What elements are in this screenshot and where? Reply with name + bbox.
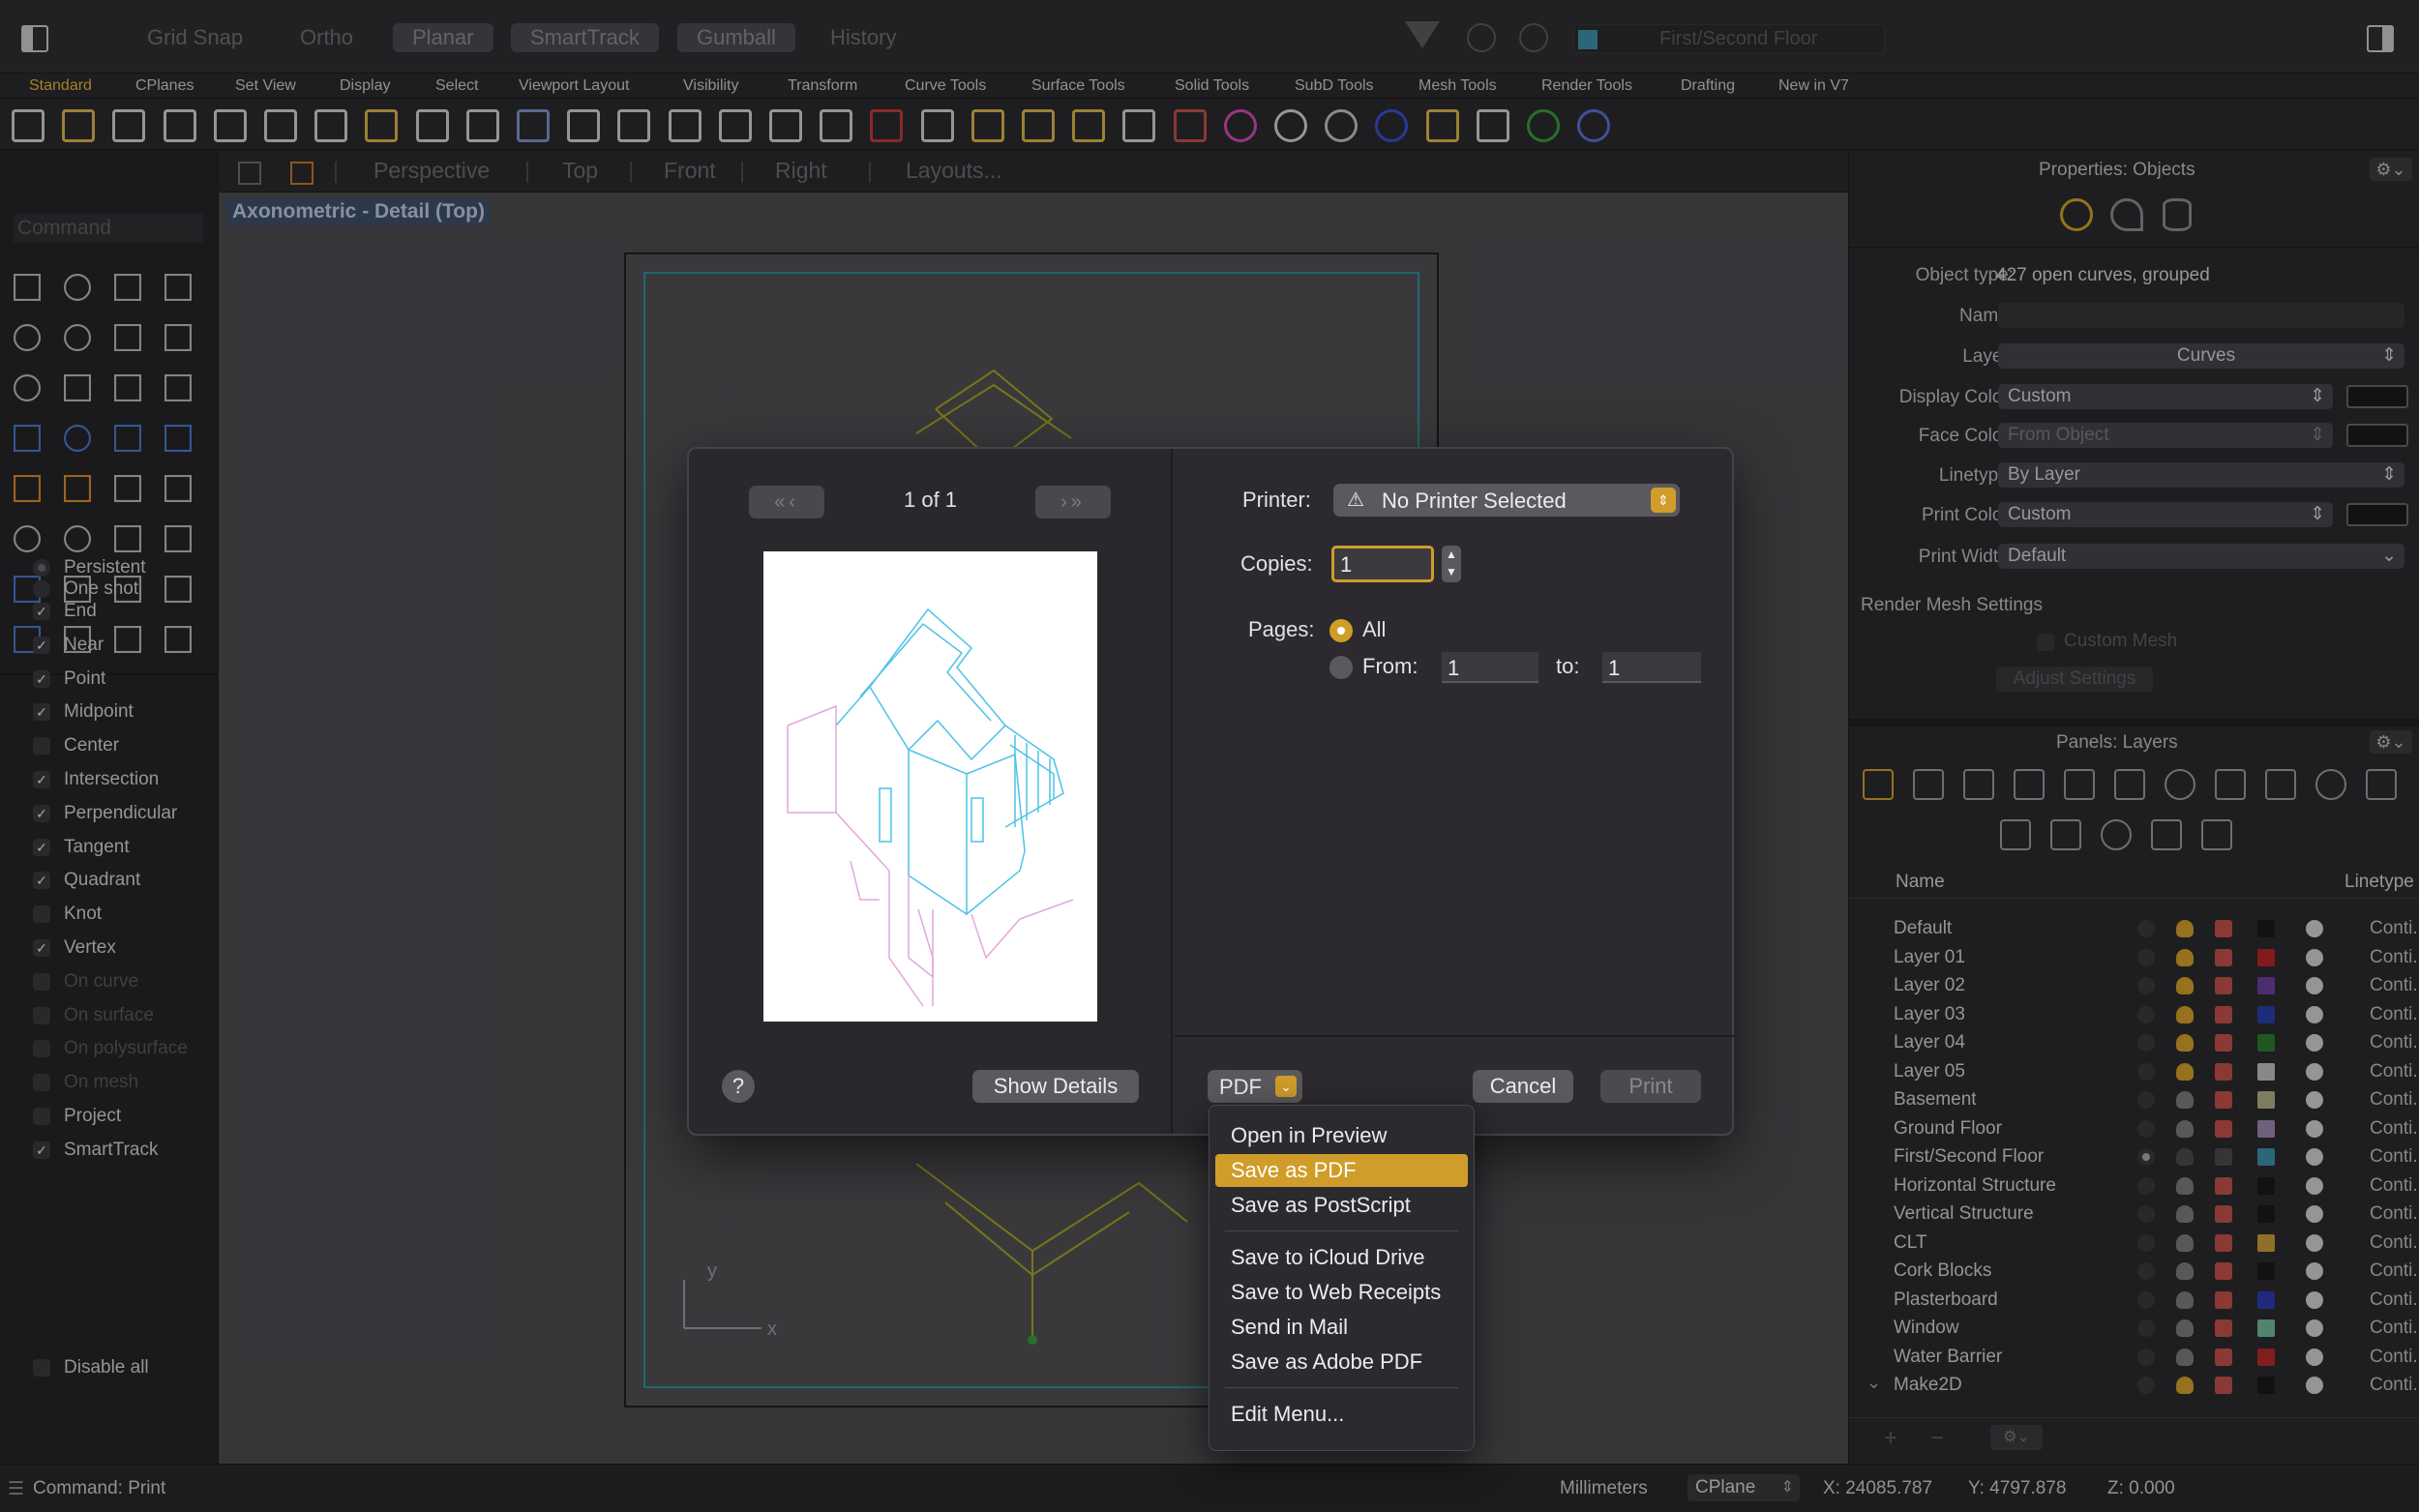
to-label: to: <box>1556 654 1580 678</box>
printer-label: Printer: <box>1242 488 1311 512</box>
menu-item-edit-menu[interactable]: Edit Menu... <box>1215 1398 1468 1431</box>
menu-item-send-in-mail[interactable]: Send in Mail <box>1215 1311 1468 1344</box>
printer-value: No Printer Selected <box>1382 489 1567 513</box>
first-prev-page-button[interactable]: «‹ <box>749 486 824 519</box>
chevron-down-icon: ⌄ <box>1275 1076 1297 1097</box>
print-button[interactable]: Print <box>1600 1070 1701 1103</box>
printer-select[interactable]: ⚠ No Printer Selected ⇕ <box>1333 484 1680 517</box>
pages-label: Pages: <box>1248 617 1315 641</box>
menu-item-save-to-icloud-drive[interactable]: Save to iCloud Drive <box>1215 1241 1468 1274</box>
menu-item-save-as-adobe-pdf[interactable]: Save as Adobe PDF <box>1215 1346 1468 1379</box>
next-last-page-button[interactable]: ›» <box>1035 486 1111 519</box>
to-value: 1 <box>1608 656 1621 680</box>
page-preview <box>763 551 1097 1022</box>
preview-drawing <box>787 608 1074 1007</box>
pages-all-label: All <box>1362 617 1387 641</box>
menu-item-save-as-pdf[interactable]: Save as PDF <box>1215 1153 1468 1187</box>
from-label: From: <box>1362 654 1419 678</box>
print-preview-pane: «‹ 1 of 1 ›» ? Show Details <box>689 449 1173 1134</box>
copies-stepper[interactable]: ▲ ▼ <box>1442 546 1461 582</box>
show-details-button[interactable]: Show Details <box>972 1070 1139 1103</box>
pdf-menu-button[interactable]: PDF ⌄ <box>1208 1070 1302 1103</box>
page-indicator: 1 of 1 <box>904 488 958 512</box>
rhino-app-window: Grid Snap Ortho Planar SmartTrack Gumbal… <box>0 0 2419 1512</box>
menu-separator <box>1225 1386 1458 1388</box>
warning-icon: ⚠ <box>1347 489 1364 511</box>
pages-range-radio[interactable] <box>1329 656 1353 679</box>
copies-value: 1 <box>1340 552 1353 577</box>
from-input[interactable]: 1 <box>1442 652 1538 683</box>
pdf-dropdown-menu: Open in Preview Save as PDF Save as PostSc… <box>1209 1105 1475 1451</box>
pages-all-radio[interactable] <box>1329 619 1353 642</box>
divider <box>1175 1035 1734 1037</box>
cancel-button[interactable]: Cancel <box>1473 1070 1573 1103</box>
copies-input[interactable]: 1 <box>1331 546 1434 582</box>
from-value: 1 <box>1448 656 1460 680</box>
menu-item-open-in-preview[interactable]: Open in Preview <box>1215 1119 1468 1152</box>
updown-icon: ⇕ <box>1651 488 1676 513</box>
menu-separator <box>1225 1230 1458 1231</box>
menu-item-save-as-postscript[interactable]: Save as PostScript <box>1215 1189 1468 1222</box>
print-dialog: «‹ 1 of 1 ›» ? Show Details Printer: ⚠ N… <box>687 447 1734 1136</box>
pdf-button-label: PDF <box>1219 1075 1262 1099</box>
menu-item-save-to-web-receipts[interactable]: Save to Web Receipts <box>1215 1276 1468 1309</box>
help-button[interactable]: ? <box>722 1070 755 1103</box>
copies-label: Copies: <box>1240 551 1313 576</box>
to-input[interactable]: 1 <box>1602 652 1701 683</box>
